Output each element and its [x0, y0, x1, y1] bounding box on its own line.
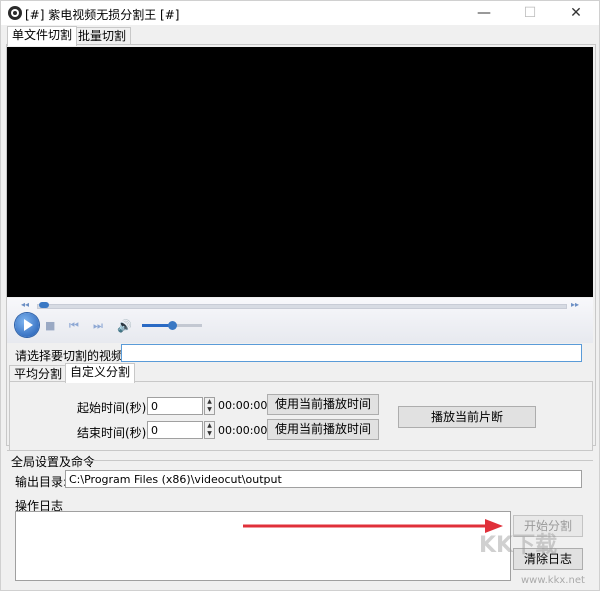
use-current-time-start-button[interactable]: 使用当前播放时间	[267, 394, 379, 415]
global-settings-label: 全局设置及命令	[11, 455, 96, 469]
play-segment-button[interactable]: 播放当前片断	[398, 406, 536, 428]
tab-batch-cut[interactable]: 批量切割	[73, 27, 132, 45]
output-dir-input[interactable]: C:\Program Files (x86)\videocut\output	[65, 470, 582, 488]
spin-up-icon[interactable]: ▲	[205, 398, 214, 406]
start-time-display: 00:00:00	[218, 399, 268, 412]
stop-icon[interactable]: ■	[45, 319, 55, 332]
start-time-label: 起始时间(秒):	[77, 401, 151, 415]
video-file-input[interactable]	[121, 344, 582, 362]
seek-forward-icon[interactable]: ▸▸	[571, 300, 579, 309]
previous-icon[interactable]: ⏮	[69, 319, 79, 333]
output-dir-label: 输出目录:	[15, 475, 68, 489]
next-icon[interactable]: ⏭	[93, 319, 103, 333]
close-button[interactable]: ✕	[553, 1, 599, 25]
maximize-button[interactable]: ☐	[507, 1, 553, 25]
seek-bar[interactable]	[37, 304, 567, 309]
spin-up-icon[interactable]: ▲	[205, 422, 214, 430]
volume-icon[interactable]: 🔊	[117, 319, 132, 333]
minimize-button[interactable]: —	[461, 1, 507, 25]
app-window: [#] 紫电视频无损分割王 [#] — ☐ ✕ 单文件切割 批量切割 ◂◂ ▸▸…	[0, 0, 600, 591]
tab-single-file-cut[interactable]: 单文件切割	[7, 26, 78, 46]
volume-thumb[interactable]	[168, 321, 177, 330]
spin-down-icon[interactable]: ▼	[205, 406, 214, 414]
app-logo-icon	[8, 6, 22, 20]
arrow-annotation	[243, 519, 503, 533]
start-time-input[interactable]: 0	[147, 397, 203, 415]
divider	[93, 460, 593, 461]
end-time-input[interactable]: 0	[147, 421, 203, 439]
video-display[interactable]	[7, 47, 593, 297]
title-bar: [#] 紫电视频无损分割王 [#] — ☐ ✕	[1, 1, 599, 25]
watermark-logo: KK下载	[479, 533, 558, 558]
divider	[7, 450, 593, 451]
window-title: [#] 紫电视频无损分割王 [#]	[25, 8, 180, 22]
player-controls: ◂◂ ▸▸ ■ ⏮ ⏭ 🔊	[7, 298, 593, 343]
end-time-display: 00:00:00	[218, 424, 268, 437]
watermark-url: www.kkx.net	[521, 575, 585, 586]
play-icon[interactable]	[15, 313, 39, 337]
end-time-label: 结束时间(秒):	[77, 426, 151, 440]
seek-back-icon[interactable]: ◂◂	[21, 300, 29, 309]
use-current-time-end-button[interactable]: 使用当前播放时间	[267, 419, 379, 440]
video-select-label: 请选择要切割的视频:	[15, 349, 128, 363]
volume-slider[interactable]	[142, 321, 202, 330]
seek-thumb[interactable]	[39, 302, 49, 308]
end-time-spinner[interactable]: ▲ ▼	[204, 421, 215, 439]
spin-down-icon[interactable]: ▼	[205, 430, 214, 438]
start-time-spinner[interactable]: ▲ ▼	[204, 397, 215, 415]
tab-custom-split[interactable]: 自定义分割	[65, 363, 136, 383]
